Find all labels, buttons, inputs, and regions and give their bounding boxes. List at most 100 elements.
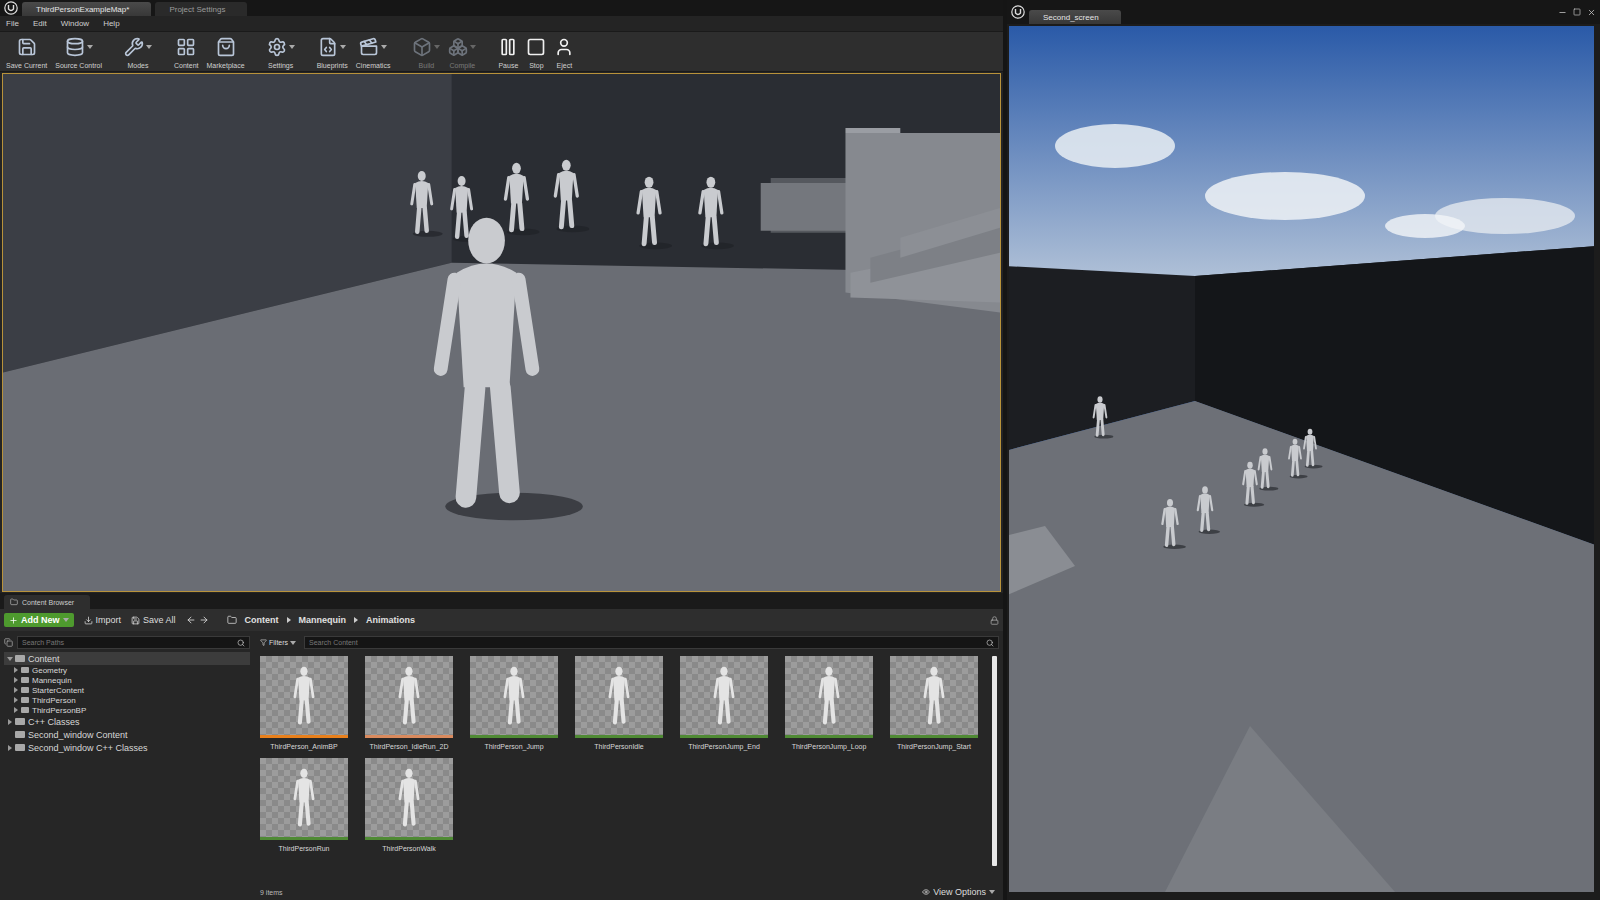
asset-thumbnail: [260, 758, 348, 840]
save-all-button[interactable]: Save All: [131, 615, 176, 625]
dropdown-caret-icon[interactable]: [340, 45, 346, 49]
document-tab[interactable]: ThirdPersonExampleMap*: [22, 2, 151, 16]
folder-icon: [15, 744, 25, 751]
menu-item[interactable]: File: [6, 19, 19, 28]
folder-tree-item[interactable]: Second_window C++ Classes: [4, 741, 250, 754]
expander-icon[interactable]: [14, 667, 18, 673]
content-browser-toolbar: Add New Import Save All Content Mannequin Ani…: [0, 609, 1003, 631]
dropdown-caret-icon[interactable]: [434, 45, 440, 49]
asset-thumbnail: [680, 656, 768, 738]
close-icon[interactable]: [1587, 8, 1596, 17]
dropdown-caret-icon[interactable]: [470, 45, 476, 49]
folder-tree-item[interactable]: Mannequin: [4, 675, 250, 685]
level-viewport-scene[interactable]: [3, 74, 1000, 591]
toolbar-button[interactable]: Cinematics: [352, 33, 395, 71]
content-browser-tab[interactable]: Content Browser: [4, 595, 90, 609]
expander-icon[interactable]: [14, 697, 18, 703]
back-arrow-icon[interactable]: [186, 615, 196, 625]
content-search-field[interactable]: Search Content: [304, 636, 999, 649]
toolbar-button[interactable]: Marketplace: [202, 33, 248, 71]
asset-tile[interactable]: ThirdPersonIdle: [575, 656, 663, 750]
second-window: Second_screen: [1007, 0, 1600, 900]
expander-icon[interactable]: [14, 677, 18, 683]
expander-icon[interactable]: [8, 745, 12, 751]
asset-tile[interactable]: ThirdPersonRun: [260, 758, 348, 852]
view-options-button[interactable]: View Options: [922, 887, 995, 897]
expander-icon[interactable]: [14, 707, 18, 713]
filters-button[interactable]: Filters: [256, 639, 300, 646]
toolbar-button[interactable]: Eject: [550, 33, 578, 71]
second-window-title-bar: Second_screen: [1007, 0, 1600, 24]
breadcrumb[interactable]: Content: [245, 615, 279, 625]
menu-item[interactable]: Edit: [33, 19, 47, 28]
toolbar-button[interactable]: Source Control: [51, 33, 106, 71]
folder-tree-item[interactable]: C++ Classes: [4, 715, 250, 728]
mannequin-figure: [1259, 448, 1279, 490]
toolbar-icon: [176, 37, 196, 57]
search-icon: [237, 639, 245, 647]
scrollbar[interactable]: [992, 656, 997, 866]
second-window-tab[interactable]: Second_screen: [1029, 10, 1121, 24]
second-viewport[interactable]: [1009, 26, 1594, 892]
level-viewport[interactable]: [2, 73, 1001, 592]
maximize-icon[interactable]: [1573, 8, 1581, 16]
asset-tile[interactable]: ThirdPersonWalk: [365, 758, 453, 852]
asset-tile[interactable]: ThirdPerson_AnimBP: [260, 656, 348, 750]
asset-thumbnail: [470, 656, 558, 738]
dropdown-caret-icon[interactable]: [289, 45, 295, 49]
path-search-field[interactable]: Search Paths: [17, 636, 250, 649]
breadcrumb[interactable]: Mannequin: [299, 615, 347, 625]
eye-icon: [922, 888, 930, 896]
toolbar-icon: [318, 37, 338, 57]
toolbar-button[interactable]: Build: [408, 33, 444, 71]
toolbar-button[interactable]: Stop: [522, 33, 550, 71]
expander-icon[interactable]: [8, 732, 12, 738]
forward-arrow-icon[interactable]: [199, 615, 209, 625]
folder-icon: [21, 687, 29, 693]
expander-icon[interactable]: [14, 687, 18, 693]
add-new-button[interactable]: Add New: [4, 613, 74, 627]
dropdown-caret-icon[interactable]: [87, 45, 93, 49]
toolbar-button[interactable]: Save Current: [2, 33, 51, 71]
dropdown-caret-icon: [989, 890, 995, 894]
menu-item[interactable]: Help: [103, 19, 119, 28]
breadcrumb[interactable]: Animations: [366, 615, 415, 625]
asset-thumbnail: [785, 656, 873, 738]
breadcrumbs: Content Mannequin Animations: [227, 615, 980, 625]
asset-tile[interactable]: ThirdPersonJump_Start: [890, 656, 978, 750]
document-tab[interactable]: Project Settings: [155, 2, 247, 16]
toolbar-button[interactable]: Compile: [444, 33, 480, 71]
second-viewport-scene[interactable]: [1009, 26, 1594, 892]
dropdown-caret-icon: [290, 641, 296, 645]
asset-tile[interactable]: ThirdPersonJump_End: [680, 656, 768, 750]
content-browser-icon: [10, 598, 18, 606]
toolbar-button[interactable]: Blueprints: [313, 33, 352, 71]
menu-item[interactable]: Window: [61, 19, 89, 28]
asset-tile[interactable]: ThirdPerson_IdleRun_2D: [365, 656, 453, 750]
toolbar-icon: [526, 37, 546, 57]
asset-tile[interactable]: ThirdPerson_Jump: [470, 656, 558, 750]
mannequin-figure: [700, 177, 734, 249]
toolbar-button[interactable]: Pause: [494, 33, 522, 71]
folder-tree-item[interactable]: StarterContent: [4, 685, 250, 695]
desktop: ThirdPersonExampleMap* Project Settings Fi…: [0, 0, 1600, 900]
expander-icon[interactable]: [7, 657, 13, 661]
asset-tile[interactable]: ThirdPersonJump_Loop: [785, 656, 873, 750]
folder-tree-item[interactable]: ThirdPersonBP: [4, 705, 250, 715]
toolbar-button[interactable]: Settings: [263, 33, 299, 71]
expander-icon[interactable]: [8, 719, 12, 725]
dropdown-caret-icon[interactable]: [146, 45, 152, 49]
lock-icon[interactable]: [990, 616, 999, 625]
dropdown-caret-icon[interactable]: [381, 45, 387, 49]
toolbar-button[interactable]: Content: [170, 33, 203, 71]
folder-tree-item[interactable]: Content: [4, 652, 250, 665]
folder-tree-item[interactable]: Second_window Content: [4, 728, 250, 741]
folder-tree-item[interactable]: ThirdPerson: [4, 695, 250, 705]
animation-preview-icon: [389, 766, 429, 830]
import-button[interactable]: Import: [84, 615, 122, 625]
toolbar-button[interactable]: Modes: [120, 33, 156, 71]
folder-tree-item[interactable]: Geometry: [4, 665, 250, 675]
mannequin-figure: [441, 218, 583, 521]
minimize-icon[interactable]: [1558, 8, 1567, 17]
toggle-sources-icon[interactable]: [4, 638, 13, 647]
